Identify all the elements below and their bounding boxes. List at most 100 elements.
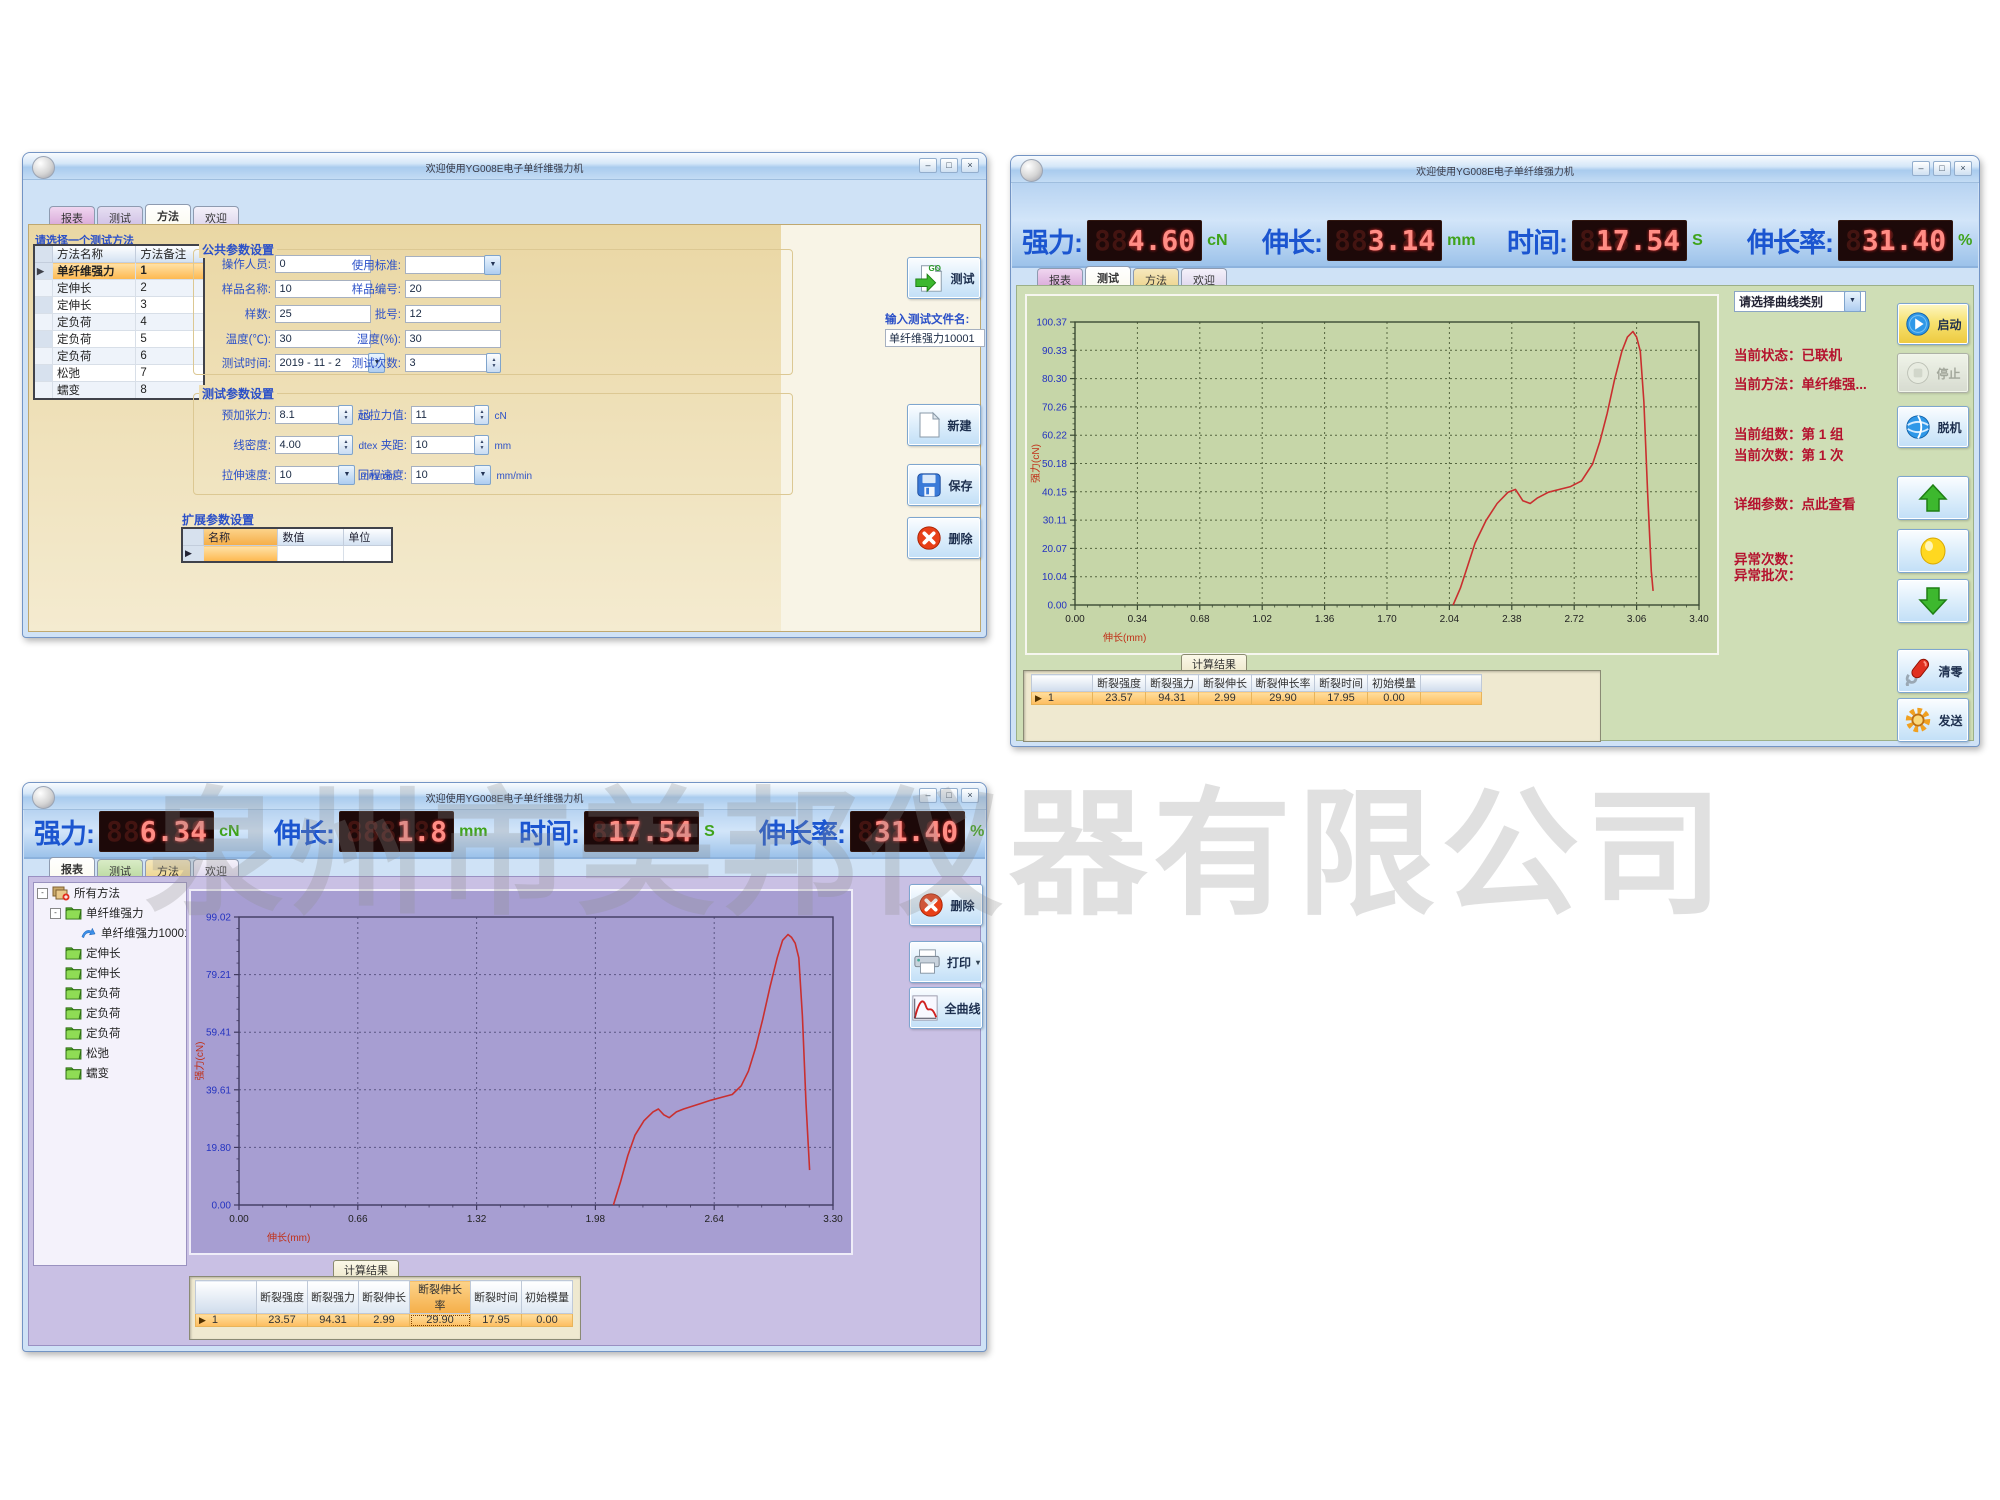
selector-column-header — [1032, 675, 1093, 692]
elongation-display: 888.881.8 — [339, 811, 454, 852]
tree-item[interactable]: 定负荷 — [34, 983, 186, 1003]
column-header[interactable]: 断裂时间 — [1315, 675, 1368, 692]
folder-icon — [65, 1046, 82, 1060]
tree-item[interactable]: 定负荷 — [34, 1003, 186, 1023]
result-row[interactable]: ▶1 23.5794.312.99 29.9017.950.00 — [196, 1314, 573, 1327]
force-label: 强力: — [34, 812, 94, 851]
title-bar[interactable]: 欢迎使用YG008E电子单纤维强力机 – □ × — [23, 783, 986, 810]
method-row[interactable]: 定负荷5 — [34, 331, 204, 348]
filename-input[interactable]: 单纤维强力10001 — [885, 329, 985, 347]
title-bar[interactable]: 欢迎使用YG008E电子单纤维强力机 – □ × — [23, 153, 986, 180]
sample-no-input[interactable]: 20 — [405, 280, 501, 298]
arrow-up-icon — [1917, 482, 1949, 514]
time-unit: S — [1692, 232, 1703, 250]
batch-no-input[interactable]: 12 — [405, 305, 501, 323]
maximize-button[interactable]: □ — [940, 158, 958, 173]
tree-expander[interactable]: - — [37, 888, 48, 899]
column-header[interactable]: 断裂伸长率 — [1252, 675, 1315, 692]
column-header[interactable]: 断裂强度 — [257, 1281, 308, 1314]
move-up-button[interactable] — [1897, 476, 1969, 520]
tree-item[interactable]: 定伸长 — [34, 963, 186, 983]
start-button[interactable]: 启动 — [1897, 303, 1969, 345]
curve-type-select[interactable]: 请选择曲线类别▼ — [1734, 291, 1866, 312]
tree-item[interactable]: 蠕变 — [34, 1063, 186, 1083]
dropdown-arrow-icon[interactable]: ▼ — [1844, 291, 1861, 312]
window-report: 欢迎使用YG008E电子单纤维强力机 – □ × 强力: 888.886.34 … — [22, 782, 987, 1352]
maximize-button[interactable]: □ — [940, 788, 958, 803]
minimize-button[interactable]: – — [919, 788, 937, 803]
result-row[interactable]: ▶1 23.5794.312.99 29.9017.950.00 — [1032, 692, 1482, 705]
svg-text:1.32: 1.32 — [467, 1214, 487, 1225]
status-count: 当前次数：第 1 次 — [1734, 444, 1844, 464]
close-button[interactable]: × — [961, 788, 979, 803]
elongation-rate-display: 888.8831.40 — [1838, 220, 1953, 261]
title-bar[interactable]: 欢迎使用YG008E电子单纤维强力机 – □ × — [1011, 156, 1979, 183]
delete-button[interactable]: 删除 — [907, 517, 981, 559]
tree-expander[interactable]: - — [50, 908, 61, 919]
full-curve-button[interactable]: 全曲线 — [909, 987, 983, 1029]
test-count-stepper[interactable]: 3 — [405, 354, 487, 372]
column-header[interactable]: 断裂时间 — [471, 1281, 522, 1314]
method-row[interactable]: 定负荷4 — [34, 314, 204, 331]
minimize-button[interactable]: – — [1912, 161, 1930, 176]
svg-text:79.21: 79.21 — [206, 970, 231, 981]
method-row[interactable]: 松弛7 — [34, 365, 204, 382]
column-header[interactable]: 断裂伸长 — [359, 1281, 410, 1314]
stop-motion-button[interactable] — [1897, 529, 1969, 573]
column-header[interactable]: 断裂伸长 — [1199, 675, 1252, 692]
method-row[interactable]: 定伸长2 — [34, 280, 204, 297]
svg-text:2.64: 2.64 — [704, 1214, 724, 1225]
tree-item[interactable]: 定伸长 — [34, 943, 186, 963]
dropdown-arrow-icon[interactable]: ▼ — [484, 255, 501, 275]
close-button[interactable]: × — [1954, 161, 1972, 176]
tree-item[interactable]: 定负荷 — [34, 1023, 186, 1043]
tree-item[interactable]: 松弛 — [34, 1043, 186, 1063]
tree-root[interactable]: - 所有方法 — [34, 883, 186, 903]
dropdown-arrow-icon[interactable]: ▼ — [474, 465, 491, 485]
column-header[interactable]: 单位 — [344, 528, 392, 546]
tree-item[interactable]: -单纤维强力 — [34, 903, 186, 923]
column-header[interactable]: 断裂强力 — [308, 1281, 359, 1314]
offline-button[interactable]: 脱机 — [1897, 406, 1969, 448]
method-row[interactable]: 蠕变8 — [34, 382, 204, 400]
delete-record-button[interactable]: 删除 — [909, 884, 983, 926]
column-header[interactable]: 数值 — [278, 528, 344, 546]
move-down-button[interactable] — [1897, 579, 1969, 623]
test-button[interactable]: GO 测试 — [907, 257, 981, 299]
tree-subitem[interactable]: 单纤维强力10001 — [34, 923, 186, 943]
clear-zero-button[interactable]: 清零 — [1897, 649, 1969, 693]
new-button[interactable]: 新建 — [907, 404, 981, 446]
method-row[interactable]: ▶单纤维强力1 — [34, 263, 204, 280]
column-header[interactable]: 初始模量 — [1368, 675, 1421, 692]
column-header[interactable]: 断裂伸长率 — [410, 1281, 471, 1314]
ext-empty-row[interactable]: ▶ — [182, 546, 392, 563]
minimize-button[interactable]: – — [919, 158, 937, 173]
print-button[interactable]: 打印▾ — [909, 941, 983, 983]
humidity-input[interactable]: 30 — [405, 330, 501, 348]
column-header[interactable]: 断裂强力 — [1146, 675, 1199, 692]
force-unit: cN — [1207, 232, 1227, 250]
column-header[interactable]: 名称 — [204, 528, 278, 546]
gauge-stepper[interactable]: 10 — [411, 436, 475, 454]
globe-icon — [1904, 413, 1932, 441]
spinner-icon[interactable]: ▲▼ — [474, 405, 489, 425]
close-button[interactable]: × — [961, 158, 979, 173]
maximize-button[interactable]: □ — [1933, 161, 1951, 176]
send-params-button[interactable]: 发送 — [1897, 698, 1969, 742]
save-button[interactable]: 保存 — [907, 464, 981, 506]
method-row[interactable]: 定伸长3 — [34, 297, 204, 314]
standard-select[interactable] — [405, 256, 485, 274]
spinner-icon[interactable]: ▲▼ — [474, 435, 489, 455]
column-header[interactable]: 方法名称 — [53, 245, 136, 263]
method-row[interactable]: 定负荷6 — [34, 348, 204, 365]
digital-display-bar: 强力: 888.886.34 cN 伸长: 888.881.8 mm 时间: 8… — [24, 810, 985, 859]
spinner-icon[interactable]: ▲▼ — [486, 353, 501, 373]
status-detail-link[interactable]: 详细参数：点此查看 — [1734, 493, 1856, 513]
column-header[interactable]: 断裂强度 — [1093, 675, 1146, 692]
svg-text:伸长(mm): 伸长(mm) — [1103, 632, 1146, 644]
return-speed-select[interactable]: 10 — [411, 466, 475, 484]
start-force-stepper[interactable]: 11 — [411, 406, 475, 424]
stop-button[interactable]: 停止 — [1897, 353, 1969, 393]
column-header[interactable]: 初始模量 — [522, 1281, 573, 1314]
selector-column-header — [196, 1281, 257, 1314]
